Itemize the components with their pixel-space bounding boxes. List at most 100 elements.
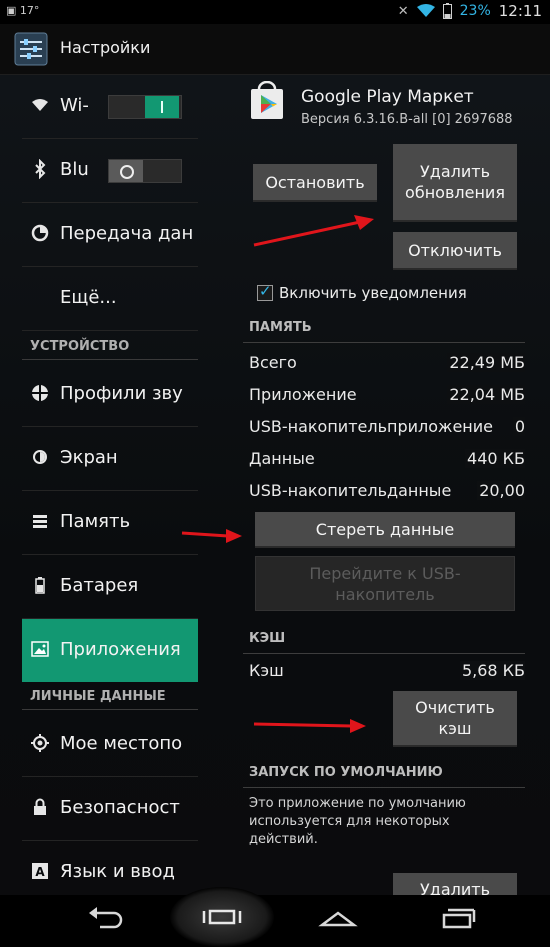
toggle-knob bbox=[109, 160, 143, 182]
sidebar-item-label: Профили зву bbox=[60, 383, 183, 404]
move-to-usb-button[interactable]: Перейдите к USB-накопитель bbox=[255, 556, 515, 611]
sidebar-item-security[interactable]: Безопасност bbox=[22, 777, 198, 841]
settings-sidebar: Wi- Blu Передача дан Ещё... УСТРОЙСТВО П… bbox=[22, 75, 200, 895]
row-label: USB-накопительданные bbox=[249, 481, 452, 500]
battery-icon bbox=[442, 3, 452, 19]
sidebar-item-label: Передача дан bbox=[60, 223, 194, 244]
row-value: 5,68 КБ bbox=[459, 661, 525, 680]
sidebar-item-label: Ещё... bbox=[60, 287, 117, 308]
screenshot-icon: ▣ bbox=[6, 4, 17, 17]
sidebar-item-apps[interactable]: Приложения bbox=[22, 619, 198, 682]
uninstall-updates-button[interactable]: Удалить обновления bbox=[393, 144, 517, 222]
sidebar-item-label: Мое местопо bbox=[60, 733, 183, 754]
sidebar-item-bluetooth[interactable]: Blu bbox=[22, 139, 198, 203]
notifications-label: Включить уведомления bbox=[279, 284, 467, 302]
settings-app-icon[interactable] bbox=[14, 32, 48, 66]
annotation-arrow-uninstall bbox=[253, 215, 374, 247]
recent-apps-icon[interactable] bbox=[202, 903, 242, 931]
lock-icon bbox=[34, 798, 46, 815]
sidebar-item-display[interactable]: Экран bbox=[22, 427, 198, 491]
temperature-text: 17° bbox=[19, 4, 40, 17]
annotation-arrow-clear-data bbox=[181, 529, 242, 543]
annotation-arrow-clear-cache bbox=[253, 719, 366, 733]
check-mark-icon: ✓ bbox=[259, 282, 272, 300]
wifi-icon bbox=[416, 4, 435, 17]
sidebar-item-sound[interactable]: Профили зву bbox=[22, 363, 198, 427]
app-version: Версия 6.3.16.B-all [0] 2697688 bbox=[301, 112, 513, 127]
row-value: 0 bbox=[512, 417, 525, 436]
app-name: Google Play Маркет bbox=[301, 87, 474, 107]
battery-icon bbox=[35, 577, 45, 594]
svg-text:A: A bbox=[35, 865, 45, 879]
action-bar: Настройки bbox=[0, 24, 550, 75]
section-header-personal: ЛИЧНЫЕ ДАННЫЕ bbox=[30, 689, 166, 704]
storage-icon bbox=[33, 515, 47, 528]
storage-row-data: Данные 440 КБ bbox=[249, 449, 525, 475]
sound-profile-icon bbox=[32, 385, 48, 401]
screen-title: Настройки bbox=[60, 38, 151, 57]
row-value: 440 КБ bbox=[465, 449, 525, 468]
clear-data-button[interactable]: Стереть данные bbox=[255, 512, 515, 548]
divider bbox=[243, 342, 525, 343]
back-icon[interactable] bbox=[86, 903, 126, 931]
row-value: 22,04 МБ bbox=[447, 385, 525, 404]
main-area: Wi- Blu Передача дан Ещё... УСТРОЙСТВО П… bbox=[0, 75, 550, 913]
storage-row-usb-data: USB-накопительданные 20,00 bbox=[249, 481, 525, 507]
notifications-checkbox[interactable]: ✓ bbox=[257, 282, 273, 301]
sidebar-item-battery[interactable]: Батарея bbox=[22, 555, 198, 619]
bluetooth-off-icon: ✕ bbox=[397, 3, 409, 19]
apps-icon bbox=[31, 641, 49, 657]
status-right: ✕ 23% 12:11 bbox=[398, 2, 542, 20]
data-usage-icon bbox=[31, 224, 49, 242]
toggle-knob bbox=[145, 96, 179, 118]
status-bar: ▣ 17° ✕ 23% 12:11 bbox=[0, 0, 550, 24]
row-label: Всего bbox=[249, 353, 297, 372]
language-icon: A bbox=[32, 863, 48, 879]
row-label: Кэш bbox=[249, 661, 284, 680]
sidebar-item-label: Экран bbox=[60, 447, 118, 468]
storage-row-total: Всего 22,49 МБ bbox=[249, 353, 525, 379]
wifi-toggle[interactable] bbox=[108, 95, 182, 119]
sidebar-item-wifi[interactable]: Wi- bbox=[22, 75, 198, 139]
home-icon[interactable] bbox=[318, 903, 358, 931]
location-icon bbox=[31, 734, 49, 752]
storage-row-app: Приложение 22,04 МБ bbox=[249, 385, 525, 411]
bluetooth-toggle[interactable] bbox=[108, 159, 182, 183]
launch-default-description: Это приложение по умолчанию используется… bbox=[249, 796, 466, 847]
sidebar-item-label: Память bbox=[60, 511, 131, 532]
status-left: ▣ 17° bbox=[6, 4, 39, 17]
sidebar-item-storage[interactable]: Память bbox=[22, 491, 198, 555]
clear-cache-button[interactable]: Очистить кэш bbox=[393, 691, 517, 747]
row-value: 20,00 bbox=[477, 481, 525, 500]
divider bbox=[243, 653, 525, 654]
section-header-cache: КЭШ bbox=[249, 631, 286, 646]
sidebar-item-more[interactable]: Ещё... bbox=[22, 267, 198, 331]
divider bbox=[22, 359, 198, 360]
sidebar-item-data-usage[interactable]: Передача дан bbox=[22, 203, 198, 267]
sidebar-item-label: Wi- bbox=[60, 95, 89, 116]
app-details-panel: Google Play Маркет Версия 6.3.16.B-all [… bbox=[243, 75, 528, 913]
sidebar-item-label: Безопасност bbox=[60, 797, 180, 818]
divider bbox=[22, 709, 198, 710]
battery-percent: 23% bbox=[459, 3, 491, 19]
row-label: Данные bbox=[249, 449, 315, 468]
divider bbox=[243, 787, 525, 788]
sidebar-item-label: Blu bbox=[60, 159, 89, 180]
bluetooth-icon bbox=[35, 159, 46, 179]
row-label: USB-накопительприложение bbox=[249, 417, 494, 436]
multitask-icon[interactable] bbox=[438, 903, 478, 931]
disable-button[interactable]: Отключить bbox=[393, 232, 517, 270]
google-play-icon bbox=[251, 81, 283, 119]
force-stop-button[interactable]: Остановить bbox=[253, 164, 377, 202]
wifi-icon bbox=[32, 99, 48, 111]
clock: 12:11 bbox=[498, 2, 542, 20]
sidebar-item-label: Приложения bbox=[60, 639, 181, 660]
section-header-storage: ПАМЯТЬ bbox=[249, 320, 312, 335]
section-header-launch-default: ЗАПУСК ПО УМОЛЧАНИЮ bbox=[249, 765, 443, 780]
navigation-bar bbox=[0, 887, 550, 947]
row-value: 22,49 МБ bbox=[447, 353, 525, 372]
cache-row: Кэш 5,68 КБ bbox=[249, 661, 525, 687]
section-header-device: УСТРОЙСТВО bbox=[30, 339, 130, 354]
sidebar-item-location[interactable]: Мое местопо bbox=[22, 713, 198, 777]
brightness-icon bbox=[33, 450, 47, 464]
